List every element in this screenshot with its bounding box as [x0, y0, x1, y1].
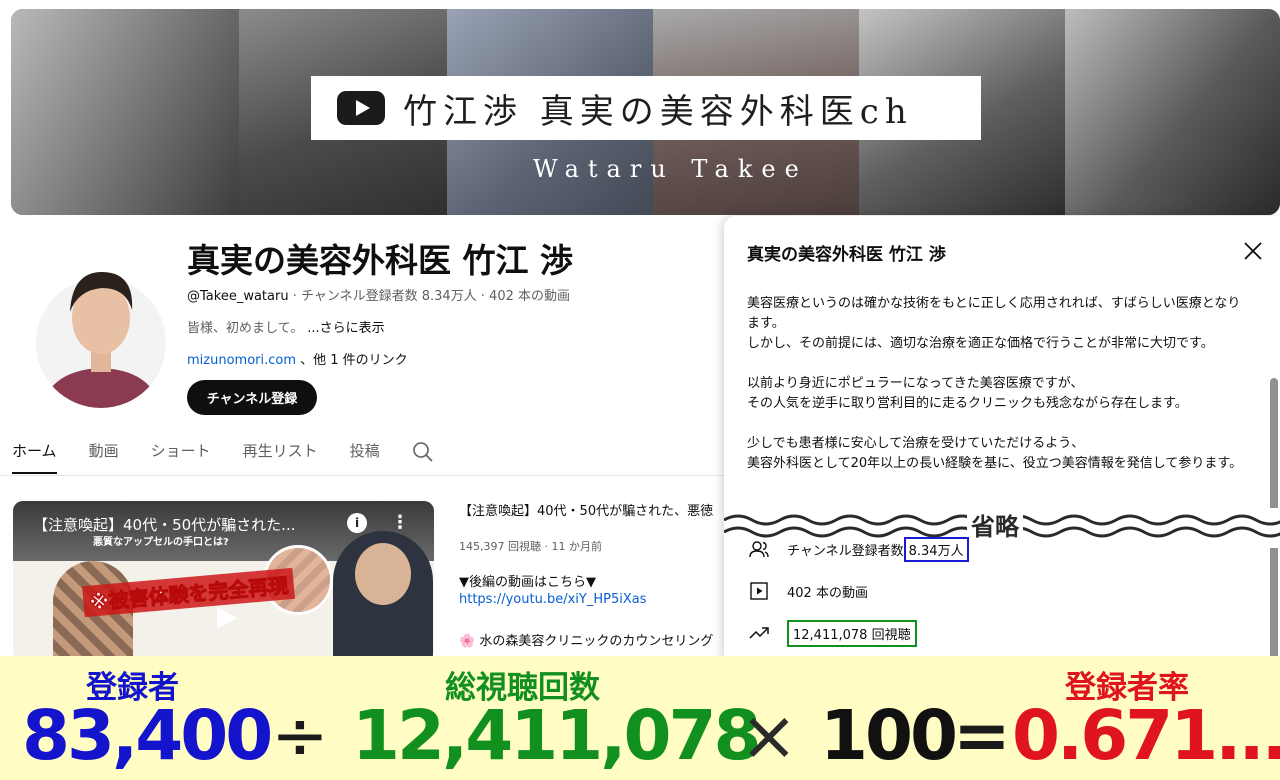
channel-links: mizunomori.com 、他 1 件のリンク — [187, 349, 408, 368]
banner-title-box: 竹江渉 真実の美容外科医ch — [311, 76, 981, 140]
more-vert-icon[interactable]: ⋮ — [391, 513, 409, 533]
formula-rate-value: 0.671... — [1012, 696, 1280, 776]
youtube-play-icon — [337, 91, 385, 125]
about-paragraph: 以前より身近にポピュラーになってきた美容医療ですが、 その人気を逆手に取り営利目… — [747, 376, 1188, 411]
info-icon[interactable]: i — [347, 513, 367, 533]
about-paragraph: 美容医療というのは確かな技術をもとに正しく応用されれば、すばらしい医療となります… — [747, 296, 1241, 351]
video-description-link[interactable]: https://youtu.be/xiY_HP5iXas — [459, 592, 646, 607]
channel-banner: 竹江渉 真実の美容外科医ch Wataru Takee — [11, 9, 1280, 215]
other-links[interactable]: 、他 1 件のリンク — [296, 353, 408, 368]
subscriber-rate-formula: 登録者 83,400 ÷ 総視聴回数 12,411,078 × 100 = 登録… — [0, 656, 1280, 780]
subscribers-label: チャンネル登録者数 — [787, 543, 904, 559]
tab-shorts[interactable]: ショート — [151, 436, 211, 474]
avatar[interactable] — [36, 250, 166, 408]
tab-home[interactable]: ホーム — [12, 436, 57, 474]
subscriber-count-row: チャンネル登録者数 8.34万人 — [748, 536, 969, 562]
banner-photo-1 — [11, 9, 239, 215]
equals-sign: = — [953, 696, 1011, 776]
doctor-photo — [333, 531, 433, 661]
formula-multiplier: 100 — [820, 696, 958, 776]
channel-tabs: ホーム 動画 ショート 再生リスト 投稿 — [12, 436, 434, 476]
subscribe-button[interactable]: チャンネル登録 — [187, 380, 317, 415]
tab-playlists[interactable]: 再生リスト — [243, 436, 318, 474]
channel-description[interactable]: 皆様、初めまして。 ...さらに表示 — [187, 317, 385, 336]
view-count-row: 12,411,078 回視聴 — [748, 619, 917, 647]
channel-link-url[interactable]: mizunomori.com — [187, 353, 296, 368]
video-meta: 145,397 回視聴 · 11 か月前 — [459, 540, 602, 553]
thumbnail-title: 【注意喚起】40代・50代が騙された... — [33, 516, 296, 534]
formula-views-value: 12,411,078 — [352, 696, 762, 776]
description-text: 皆様、初めまして。 — [187, 321, 304, 336]
about-dialog: 真実の美容外科医 竹江 渉 美容医療というのは確かな技術をもとに正しく応用されれ… — [724, 216, 1280, 661]
video-icon — [750, 582, 768, 600]
about-title: 真実の美容外科医 竹江 渉 — [747, 245, 946, 265]
tab-posts[interactable]: 投稿 — [350, 436, 380, 474]
show-more-link[interactable]: ...さらに表示 — [307, 321, 384, 336]
banner-subtitle: Wataru Takee — [533, 155, 808, 183]
channel-handle[interactable]: @Takee_wataru — [187, 289, 289, 304]
subscribers-value: 8.34万人 — [903, 536, 969, 562]
omitted-label: 省略 — [967, 507, 1023, 542]
trending-icon — [749, 627, 769, 639]
formula-subscribers-value: 83,400 — [22, 696, 273, 776]
multiply-sign: × — [740, 696, 798, 776]
video-description-line: ▼後編の動画はこちら▼ — [459, 575, 596, 590]
people-icon — [749, 541, 769, 558]
about-description: 美容医療というのは確かな技術をもとに正しく応用されれば、すばらしい医療となります… — [747, 294, 1247, 494]
divide-sign: ÷ — [271, 696, 329, 776]
video-title[interactable]: 【注意喚起】40代・50代が騙された、悪徳 — [459, 500, 724, 519]
tabs-divider — [0, 475, 725, 476]
close-icon[interactable] — [1242, 240, 1264, 262]
video-count: 402 本の動画 — [787, 585, 868, 601]
play-icon[interactable] — [205, 603, 249, 633]
tab-videos[interactable]: 動画 — [89, 436, 119, 474]
video-thumbnail[interactable]: 【注意喚起】40代・50代が騙された... 悪質なアップセルの手口とは? i ⋮… — [13, 501, 434, 661]
banner-photo-6 — [1065, 9, 1280, 215]
banner-title: 竹江渉 真実の美容外科医ch — [403, 91, 913, 132]
channel-name: 真実の美容外科医 竹江 渉 — [187, 241, 573, 280]
view-count: 12,411,078 回視聴 — [787, 619, 917, 647]
channel-stats: · チャンネル登録者数 8.34万人 · 402 本の動画 — [288, 289, 570, 304]
video-count-row: 402 本の動画 — [748, 578, 868, 604]
video-description-line-2: 🌸 水の森美容クリニックのカウンセリング — [459, 634, 714, 649]
search-icon[interactable] — [412, 441, 434, 463]
thumbnail-subtitle: 悪質なアップセルの手口とは? — [93, 537, 229, 548]
channel-meta: @Takee_wataru · チャンネル登録者数 8.34万人 · 402 本… — [187, 285, 570, 304]
about-paragraph: 少しでも患者様に安心して治療を受けていただけるよう、 美容外科医として20年以上… — [747, 436, 1243, 471]
